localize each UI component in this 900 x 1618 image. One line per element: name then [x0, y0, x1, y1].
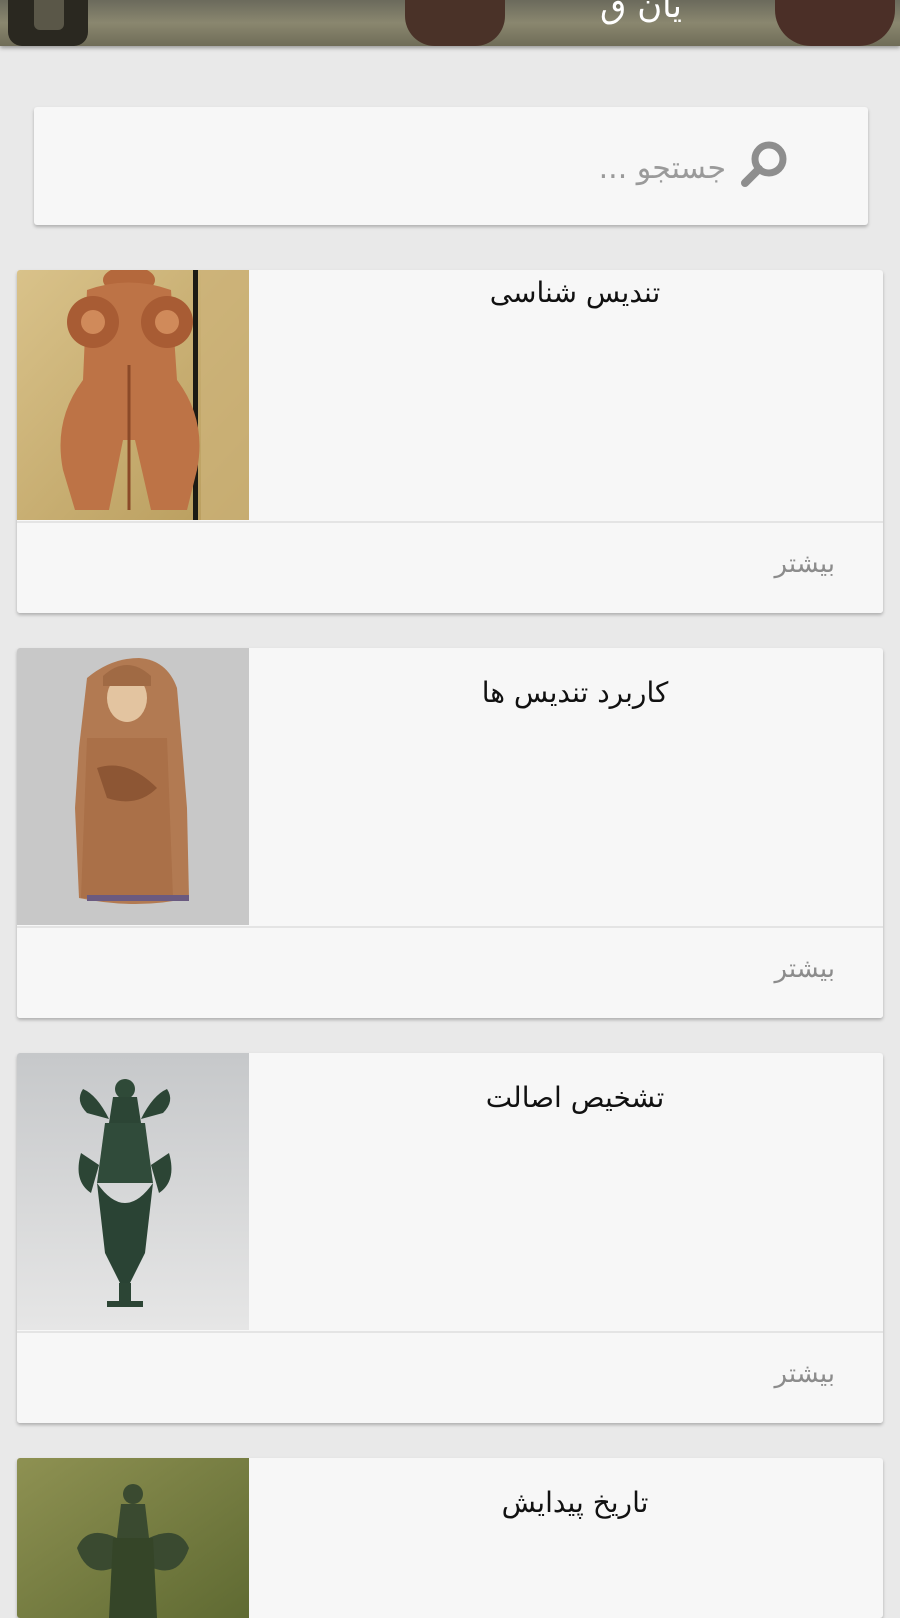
card-thumbnail-image[interactable]: [17, 1458, 249, 1618]
search-input[interactable]: [74, 137, 728, 199]
banner-statue-center: [405, 0, 505, 46]
banner-statue-right: [775, 0, 895, 46]
article-card[interactable]: تشخیص اصالت بیشتر: [17, 1053, 883, 1423]
card-footer: بیشتر: [17, 1331, 883, 1423]
article-card[interactable]: تاریخ پیدایش: [17, 1458, 883, 1618]
banner-title-fragment: يان ق: [600, 0, 682, 26]
header-banner-image: يان ق: [0, 0, 900, 46]
card-title[interactable]: تاریخ پیدایش: [267, 1486, 883, 1519]
article-card[interactable]: کاربرد تندیس ها بیشتر: [17, 648, 883, 1018]
banner-statue-left: [8, 0, 88, 46]
card-title[interactable]: کاربرد تندیس ها: [267, 676, 883, 709]
card-title[interactable]: تشخیص اصالت: [267, 1081, 883, 1114]
more-link[interactable]: بیشتر: [775, 1359, 835, 1389]
card-thumbnail-image[interactable]: [17, 1053, 249, 1330]
card-thumbnail-image[interactable]: [17, 270, 249, 520]
card-title[interactable]: تندیس شناسی: [267, 276, 883, 309]
card-thumbnail-image[interactable]: [17, 648, 249, 925]
search-icon[interactable]: [734, 135, 794, 195]
more-link[interactable]: بیشتر: [775, 549, 835, 579]
more-link[interactable]: بیشتر: [775, 954, 835, 984]
card-footer: بیشتر: [17, 926, 883, 1018]
card-footer: بیشتر: [17, 521, 883, 613]
search-box: [34, 107, 868, 225]
article-card[interactable]: تندیس شناسی بیشتر: [17, 270, 883, 613]
